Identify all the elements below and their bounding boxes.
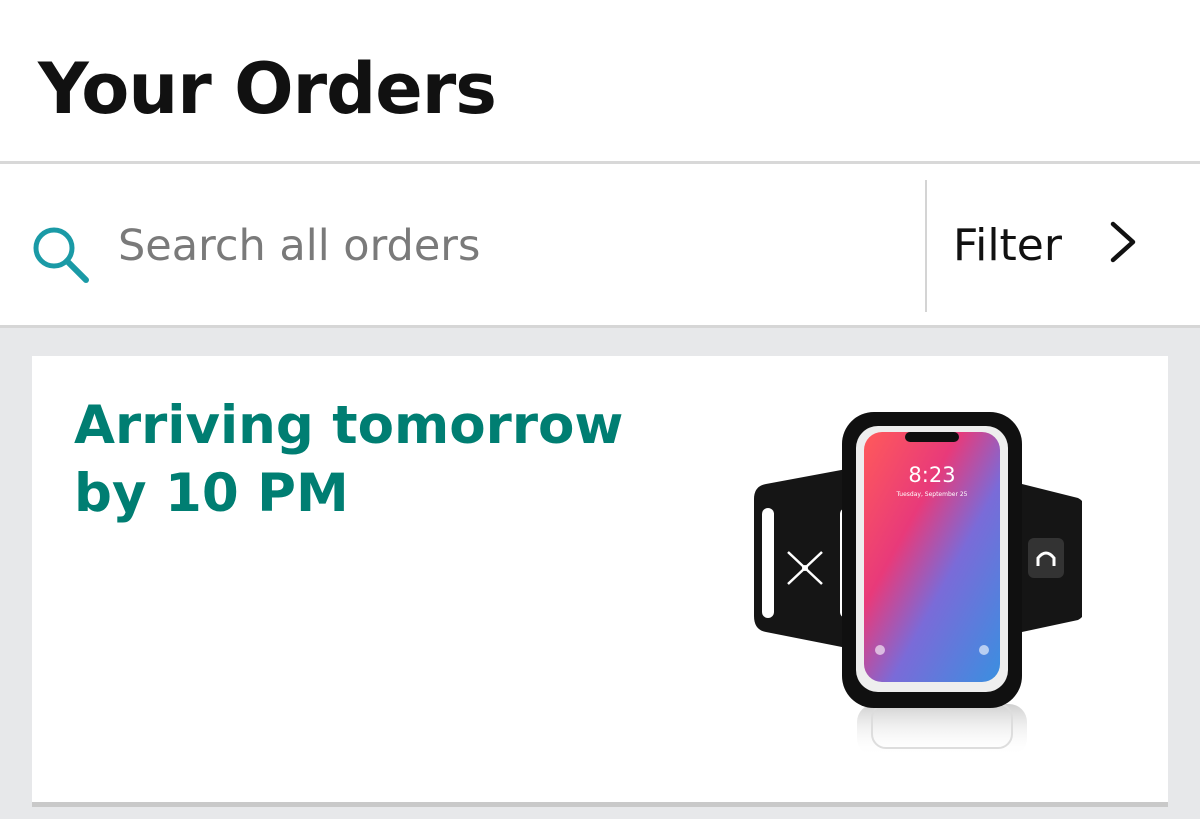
chevron-right-icon (1105, 218, 1145, 266)
order-card[interactable]: Arriving tomorrow by 10 PM 8:23 Tuesday,… (32, 356, 1168, 802)
filter-button[interactable]: Filter (927, 164, 1200, 326)
search-input[interactable] (118, 214, 898, 278)
search-icon[interactable] (28, 222, 92, 286)
product-image[interactable]: TRIBE 8:23 Tuesday, September 25 (722, 404, 1086, 756)
svg-text:8:23: 8:23 (908, 463, 955, 487)
card-shadow (32, 802, 1168, 807)
delivery-status: Arriving tomorrow by 10 PM (74, 395, 624, 524)
page-title: Your Orders (38, 48, 497, 130)
search-bar: Filter (0, 164, 1200, 326)
filter-label: Filter (953, 220, 1062, 271)
svg-text:Tuesday, September 25: Tuesday, September 25 (896, 491, 968, 498)
header: Your Orders (0, 0, 1200, 162)
